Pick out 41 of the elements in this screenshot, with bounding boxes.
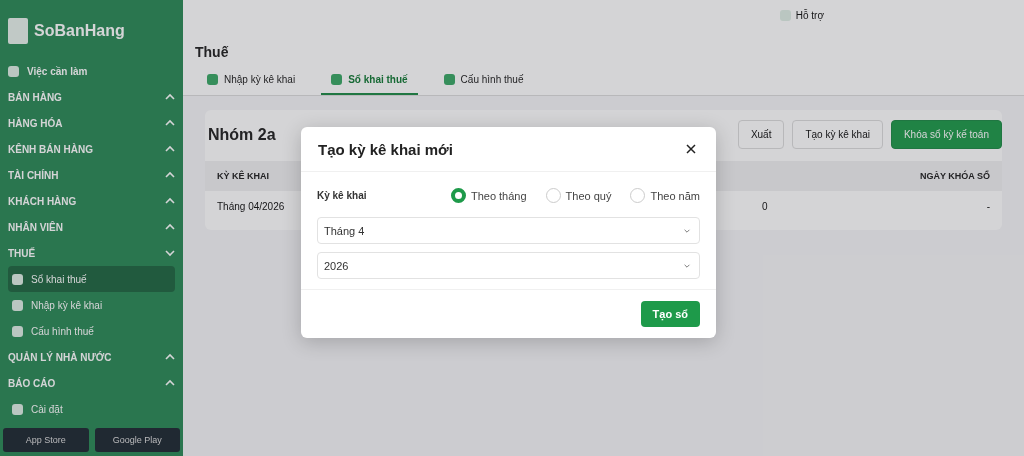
group-title: Nhóm 2a [208,125,277,144]
store-badge[interactable]: App Store [3,428,89,452]
sidebar-section[interactable]: HÀNG HÓA [8,110,175,136]
column-header: NGÀY KHÓA SỔ [920,171,990,181]
sidebar-section[interactable]: NHÂN VIÊN [8,214,175,240]
table-cell: - [986,201,990,212]
table-cell-text: Tháng 04/2026 [217,201,286,212]
store-badge[interactable]: Google Play [94,428,180,452]
brand-name: SoBanHang [34,22,125,40]
table-cell-text: 0 [762,201,769,212]
radio-option[interactable]: Theo quý [545,188,612,203]
period-label: Kỳ kê khai [317,190,368,201]
tab[interactable]: Cấu hình thuế [433,66,534,95]
sidebar-item[interactable]: Cấu hình thuế [8,318,175,344]
page-title: Thuế [183,30,1024,66]
sidebar-section[interactable]: KHÁCH HÀNG [8,188,175,214]
tab[interactable]: Nhập kỳ kê khai [197,66,306,95]
radio-icon[interactable] [450,188,466,203]
sidebar-section[interactable]: QUẢN LÝ NHÀ NƯỚC [8,344,175,370]
radio-option[interactable]: Theo tháng [450,188,527,203]
create-button[interactable]: Tạo sổ [640,301,700,327]
logo-icon [8,18,28,44]
select-field[interactable]: 2026 [317,252,700,279]
select-field[interactable]: Tháng 4 [317,217,700,244]
radio-option[interactable]: Theo năm [630,188,700,203]
sidebar-section[interactable]: KÊNH BÁN HÀNG [8,136,175,162]
sidebar-section[interactable]: BÁN HÀNG [8,84,175,110]
dialog-title: Tạo kỳ kê khai mới [318,140,453,158]
action-button[interactable]: Khóa sổ kỳ kế toán [890,120,1002,149]
sidebar-section[interactable]: THUẾ [8,240,175,266]
column-header: KỲ KÊ KHAI [217,171,270,181]
settings-item[interactable]: Cài đặt [8,396,175,422]
sidebar-item[interactable]: Việc cần làm [8,58,175,84]
sidebar-section[interactable]: BÁO CÁO [8,370,175,396]
action-button[interactable]: Tạo kỳ kê khai [792,120,883,149]
close-button[interactable] [684,142,698,156]
help-link[interactable]: Hỗ trợ [795,9,824,21]
sidebar-section[interactable]: TÀI CHÍNH [8,162,175,188]
sidebar-item[interactable]: Nhập kỳ kê khai [8,292,175,318]
tab[interactable]: Sổ khai thuế [321,66,418,95]
action-button[interactable]: Xuất [737,120,785,149]
